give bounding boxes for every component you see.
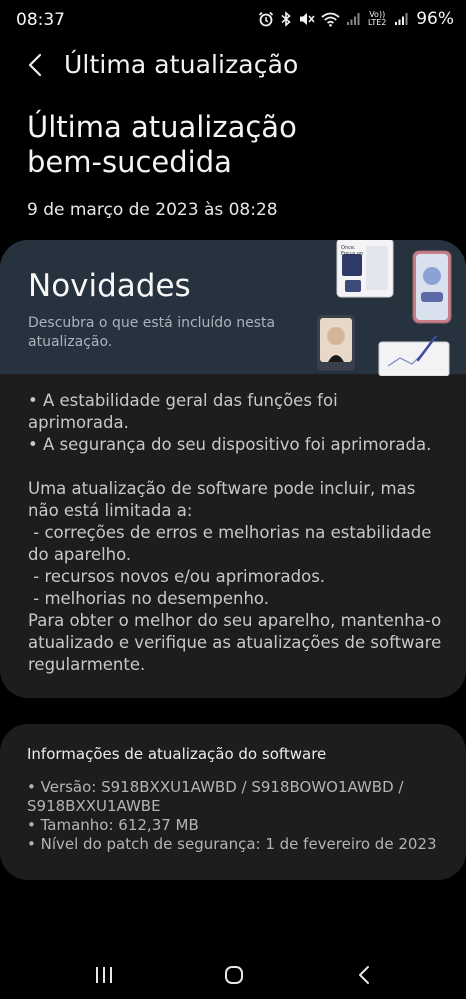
headline-line-1: Última atualização (27, 110, 297, 144)
promo-flip-phone-image (317, 315, 355, 371)
news-intro: Uma atualização de software pode incluir… (28, 479, 421, 520)
news-bullet: - correções de erros e melhorias na esta… (28, 523, 437, 564)
news-item: • A segurança do seu dispositivo foi apr… (28, 435, 432, 454)
headline-line-2: bem-sucedida (27, 145, 232, 179)
home-icon (225, 966, 243, 984)
software-info-card: Informações de atualização do software •… (0, 724, 466, 880)
news-title: Novidades (28, 268, 191, 304)
nav-back-icon (359, 966, 369, 984)
status-bar: 08:37 Vo)) LTE2 96% (0, 0, 466, 40)
home-button[interactable] (214, 960, 254, 990)
battery-level: 96% (416, 9, 454, 29)
news-bullet: - recursos novos e/ou aprimorados. (28, 567, 326, 586)
news-subtitle: Descubra o que está incluído nesta atual… (28, 315, 276, 350)
navigation-bar (0, 950, 466, 999)
software-info-list: • Versão: S918BXXU1AWBD / S918BOWO1AWBD … (27, 778, 447, 854)
update-status-headline: Última atualização bem-sucedida (27, 110, 447, 180)
software-version: • Versão: S918BXXU1AWBD / S918BOWO1AWBD … (27, 778, 404, 815)
network-type-label: Vo)) LTE2 (368, 10, 387, 27)
page-title: Última atualização (64, 50, 299, 79)
status-icons: Vo)) LTE2 96% (258, 9, 454, 29)
nav-back-button[interactable] (344, 960, 384, 990)
back-button[interactable] (20, 50, 50, 80)
promo-phone-image (412, 250, 452, 324)
alarm-icon (259, 11, 274, 27)
signal-icon-1 (347, 13, 360, 25)
software-size: • Tamanho: 612,37 MB (27, 816, 199, 834)
back-arrow-icon (28, 53, 42, 77)
promo-phone-text: Once. Focus on what matters. (341, 245, 364, 257)
status-time: 08:37 (16, 10, 65, 30)
news-closing: Para obter o melhor do seu aparelho, man… (28, 611, 447, 674)
news-item: • A estabilidade geral das funções foi a… (28, 391, 343, 432)
app-bar: Última atualização (0, 40, 466, 90)
news-card: Novidades Descubra o que está incluído n… (0, 240, 466, 698)
wifi-icon (321, 12, 340, 27)
promo-tablet-pen-image (378, 336, 450, 376)
security-patch-level: • Nível do patch de segurança: 1 de feve… (27, 835, 437, 853)
news-bullet: - melhorias no desempenho. (28, 589, 269, 608)
software-info-title: Informações de atualização do software (27, 745, 327, 763)
news-body: • A estabilidade geral das funções foi a… (28, 390, 443, 676)
news-banner: Novidades Descubra o que está incluído n… (0, 240, 466, 376)
signal-icon-2 (395, 13, 408, 25)
mute-icon (300, 13, 315, 25)
recent-apps-button[interactable] (84, 960, 124, 990)
bluetooth-icon (281, 11, 291, 27)
recent-apps-icon (96, 967, 112, 983)
update-date: 9 de março de 2023 às 08:28 (27, 200, 278, 220)
